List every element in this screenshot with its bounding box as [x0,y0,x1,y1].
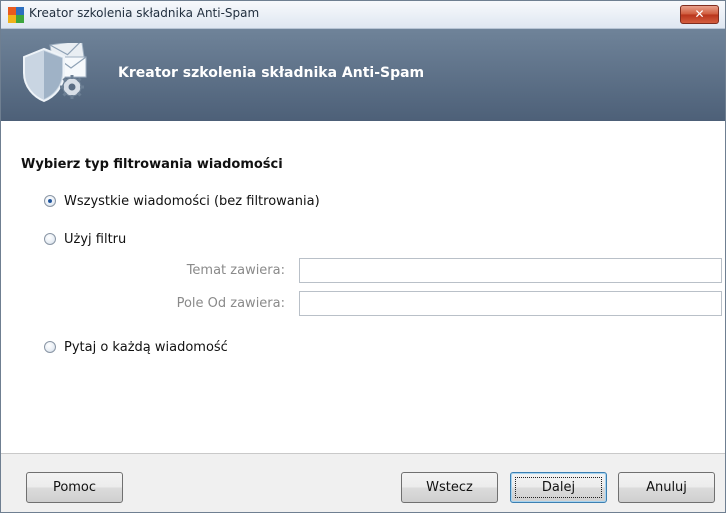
help-button[interactable]: Pomoc [26,472,123,503]
section-heading: Wybierz typ filtrowania wiadomości [21,157,283,172]
title-bar: Kreator szkolenia składnika Anti-Spam ✕ [1,1,725,29]
subject-contains-input[interactable] [299,258,722,283]
from-contains-input[interactable] [299,291,722,316]
option-ask-each-label[interactable]: Pytaj o każdą wiadomość [64,340,228,355]
close-button[interactable]: ✕ [680,5,719,24]
subject-field-label: Temat zawiera: [186,263,285,278]
from-field-label: Pole Od zawiera: [176,296,285,311]
cancel-button[interactable]: Anuluj [618,472,715,503]
wizard-header-title: Kreator szkolenia składnika Anti-Spam [118,65,425,81]
shield-envelope-gear-icon [23,43,87,103]
next-button[interactable]: Dalej [510,472,607,503]
window-title: Kreator szkolenia składnika Anti-Spam [29,6,260,20]
radio-ask-each[interactable] [44,341,56,353]
wizard-window: Kreator szkolenia składnika Anti-Spam ✕ [0,0,726,513]
option-all-messages-label[interactable]: Wszystkie wiadomości (bez filtrowania) [64,194,320,209]
option-use-filter-label[interactable]: Użyj filtru [64,232,126,247]
next-button-label: Dalej [541,480,576,495]
radio-all-messages[interactable] [44,195,56,207]
avg-logo-icon [8,7,24,23]
radio-use-filter[interactable] [44,233,56,245]
back-button[interactable]: Wstecz [401,472,498,503]
